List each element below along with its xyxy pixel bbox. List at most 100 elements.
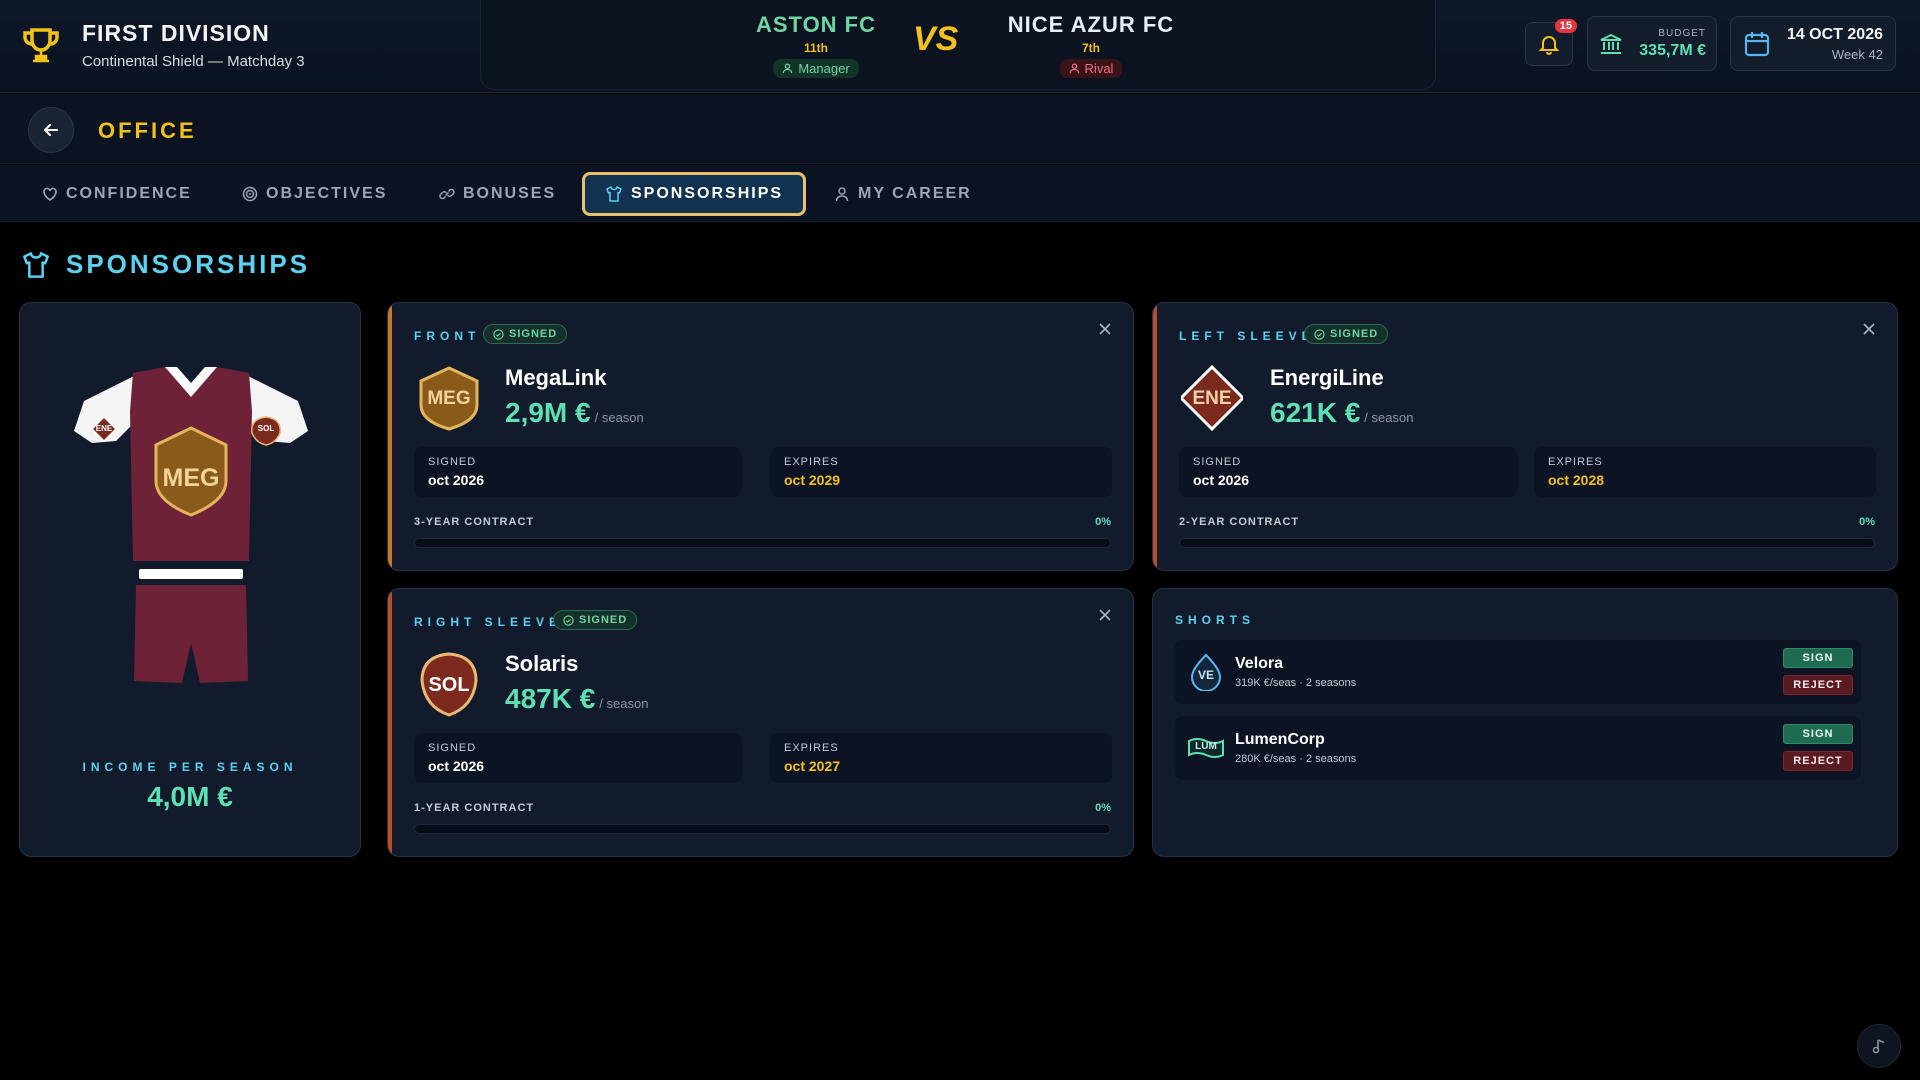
away-team-rank: 7th <box>1082 41 1100 55</box>
tab-confidence[interactable]: CONFIDENCE <box>30 172 204 216</box>
page-title: OFFICE <box>98 118 197 143</box>
status-label: SIGNED <box>1330 328 1379 340</box>
card-accent <box>388 303 392 570</box>
tab-bar: CONFIDENCE OBJECTIVES BONUSES SPONSORSHI… <box>0 165 1920 222</box>
trophy-icon <box>23 28 59 63</box>
status-badge: SIGNED <box>553 610 638 630</box>
status-badge: SIGNED <box>483 324 568 344</box>
budget-value: 335,7M € <box>1639 41 1706 59</box>
expires-date-box: EXPIRES oct 2028 <box>1534 447 1876 497</box>
current-date: 14 OCT 2026 <box>1786 25 1883 43</box>
right-sleeve-logo-text: SOL <box>257 424 275 433</box>
section-title-text: SPONSORSHIPS <box>66 249 311 279</box>
contract-progress-percent: 0% <box>1095 802 1111 814</box>
jersey-preview-panel: MEG ENE SOL INCOME PER SEASON 4,0M € <box>19 302 361 857</box>
vs-label: VS <box>913 20 959 58</box>
tab-label: OBJECTIVES <box>266 185 388 202</box>
section-title: SPONSORSHIPS <box>20 249 310 280</box>
check-circle-icon <box>1314 328 1325 340</box>
target-icon <box>242 186 258 202</box>
calendar-icon <box>1744 31 1770 56</box>
sign-button[interactable]: SIGN <box>1783 648 1853 668</box>
amount-value: 487K € <box>505 683 596 714</box>
card-accent <box>388 589 392 856</box>
offer-logo-text: LUM <box>1195 741 1217 752</box>
sponsor-card-shorts: SHORTS VE Velora 319K €/seas · 2 seasons… <box>1152 588 1898 857</box>
close-icon <box>1099 609 1111 621</box>
terminate-contract-button[interactable] <box>1095 605 1115 625</box>
top-bar: FIRST DIVISION Continental Shield — Matc… <box>0 0 1920 93</box>
sponsor-card-left-sleeve: LEFT SLEEVE SIGNED ENE EnergiLine 621K €… <box>1152 302 1898 571</box>
sponsor-logo-text: SOL <box>428 674 470 696</box>
signed-date-box: SIGNED oct 2026 <box>414 447 742 497</box>
heart-icon <box>43 187 57 201</box>
tab-sponsorships[interactable]: SPONSORSHIPS <box>582 172 807 216</box>
arrow-left-icon <box>44 124 58 136</box>
shirt-icon <box>23 251 49 278</box>
contract-length: 1-YEAR CONTRACT <box>414 802 535 814</box>
signed-value: oct 2026 <box>428 472 485 488</box>
status-badge: SIGNED <box>1304 324 1389 344</box>
person-icon <box>1069 63 1079 74</box>
expires-label: EXPIRES <box>1548 456 1603 468</box>
slot-label: RIGHT SLEEVE <box>414 615 563 629</box>
status-label: SIGNED <box>579 614 628 626</box>
shirt-icon <box>606 186 622 202</box>
amount-value: 2,9M € <box>505 397 591 428</box>
tab-label: CONFIDENCE <box>66 185 192 202</box>
signed-value: oct 2026 <box>428 758 485 774</box>
terminate-contract-button[interactable] <box>1095 319 1115 339</box>
tab-my-career[interactable]: MY CAREER <box>822 172 984 216</box>
competition-title: FIRST DIVISION <box>82 20 270 46</box>
back-button[interactable] <box>28 107 74 153</box>
jersey-illustration <box>74 367 308 683</box>
check-circle-icon <box>493 328 504 340</box>
contract-progress-bar <box>414 538 1111 548</box>
budget-box: BUDGET 335,7M € <box>1587 16 1717 71</box>
chest-sponsor-logo-text: MEG <box>162 464 220 492</box>
sponsor-logo-text: ENE <box>1192 388 1232 409</box>
amount-period: / season <box>1364 410 1414 425</box>
sponsor-amount: 621K € / season <box>1270 397 1413 429</box>
signed-date-box: SIGNED oct 2026 <box>414 733 742 783</box>
tab-label: SPONSORSHIPS <box>631 185 784 202</box>
sponsor-card-right-sleeve: RIGHT SLEEVE SIGNED SOL Solaris 487K € / … <box>387 588 1134 857</box>
amount-period: / season <box>599 696 649 711</box>
tab-objectives[interactable]: OBJECTIVES <box>230 172 399 216</box>
sign-button[interactable]: SIGN <box>1783 724 1853 744</box>
home-team-name: ASTON FC <box>755 12 877 37</box>
reject-button[interactable]: REJECT <box>1783 751 1853 771</box>
tab-bonuses[interactable]: BONUSES <box>427 172 568 216</box>
manager-badge: Manager <box>773 59 859 78</box>
left-sleeve-logo-text: ENE <box>95 424 113 433</box>
manager-label: Manager <box>798 61 850 76</box>
tab-label: MY CAREER <box>858 185 972 202</box>
slot-label: FRONT <box>414 329 481 343</box>
offer-name: Velora <box>1235 655 1284 672</box>
reject-button[interactable]: REJECT <box>1783 675 1853 695</box>
expires-label: EXPIRES <box>784 742 839 754</box>
contract-progress-bar <box>414 824 1111 834</box>
amount-period: / season <box>594 410 644 425</box>
match-panel: ASTON FC 11th Manager VS NICE AZUR FC 7t… <box>480 0 1436 90</box>
expires-value: oct 2029 <box>784 472 841 488</box>
income-label: INCOME PER SEASON <box>82 760 298 774</box>
office-header: OFFICE <box>0 94 1920 164</box>
rival-badge: Rival <box>1059 59 1123 78</box>
offer-logo-text: VE <box>1197 668 1214 682</box>
terminate-contract-button[interactable] <box>1859 319 1879 339</box>
competition-info: FIRST DIVISION Continental Shield — Matc… <box>20 20 305 70</box>
music-toggle-button[interactable] <box>1857 1024 1901 1068</box>
expires-label: EXPIRES <box>784 456 839 468</box>
notifications-button[interactable]: 15 <box>1525 19 1577 66</box>
home-team-rank: 11th <box>803 41 828 55</box>
signed-label: SIGNED <box>428 742 477 754</box>
contract-progress-percent: 0% <box>1859 516 1875 528</box>
signed-value: oct 2026 <box>1193 472 1250 488</box>
date-box[interactable]: 14 OCT 2026 Week 42 <box>1730 16 1896 71</box>
home-team: ASTON FC 11th Manager <box>726 12 906 79</box>
list-item: LUM LumenCorp 280K €/seas · 2 seasons SI… <box>1175 716 1861 780</box>
close-icon <box>1099 323 1111 335</box>
rival-label: Rival <box>1084 61 1114 76</box>
sponsor-amount: 2,9M € / season <box>505 397 644 429</box>
